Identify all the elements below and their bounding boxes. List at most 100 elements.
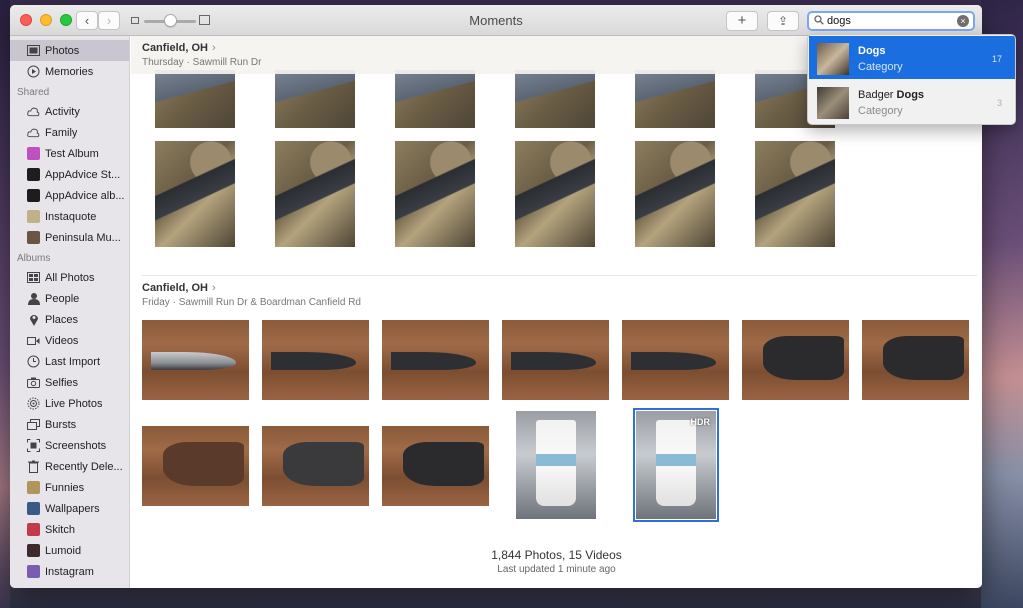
moment-subtitle: Friday · Sawmill Run Dr & Boardman Canfi…: [142, 297, 361, 308]
photo-thumbnail[interactable]: [862, 320, 969, 400]
sidebar-item-selfies[interactable]: Selfies: [10, 372, 129, 393]
moment-location: Sawmill Run Dr: [192, 57, 262, 68]
photo-thumbnail[interactable]: [755, 141, 835, 247]
sidebar-item-skitch[interactable]: Skitch: [10, 519, 129, 540]
sidebar-item-label: Instaquote: [45, 210, 97, 223]
photo-thumbnail[interactable]: [622, 320, 729, 400]
album-thumb-icon: [27, 168, 40, 181]
sidebar-item-activity[interactable]: Activity: [10, 101, 129, 122]
sidebar-item-label: Funnies: [45, 481, 85, 494]
photo-thumbnail[interactable]: [382, 426, 489, 506]
photo-thumbnail[interactable]: [635, 70, 715, 128]
sidebar-item-recently-deleted[interactable]: Recently Dele...: [10, 456, 129, 477]
photo-thumbnail[interactable]: [635, 141, 715, 247]
photo-thumbnail[interactable]: [395, 70, 475, 128]
sidebar-item-appadvice-st[interactable]: AppAdvice St...: [10, 164, 129, 185]
share-button[interactable]: ⇪: [767, 11, 799, 31]
photo-thumbnail[interactable]: [742, 320, 849, 400]
sidebar-item-label: Last Import: [45, 355, 101, 368]
sidebar-item-label: Test Album: [45, 147, 99, 160]
sidebar-item-funnies[interactable]: Funnies: [10, 477, 129, 498]
sidebar-item-screenshots[interactable]: Screenshots: [10, 435, 129, 456]
photo-thumbnail[interactable]: [395, 141, 475, 247]
sidebar-item-instaquote[interactable]: Instaquote: [10, 206, 129, 227]
search-field[interactable]: ×: [807, 11, 975, 31]
album-thumb-icon: [27, 523, 40, 536]
photo-thumbnail[interactable]: [275, 141, 355, 247]
sidebar-item-all-photos[interactable]: All Photos: [10, 267, 129, 288]
all-photos-icon: [27, 271, 40, 284]
sidebar-item-people[interactable]: People: [10, 288, 129, 309]
moment-title[interactable]: Canfield, OH ›: [142, 282, 216, 294]
sidebar-item-places[interactable]: Places: [10, 309, 129, 330]
photo-thumbnail[interactable]: [275, 70, 355, 128]
cloud-icon: [27, 126, 40, 139]
album-thumb-icon: [27, 565, 40, 578]
photo-thumbnail[interactable]: [515, 70, 595, 128]
photo-thumbnail[interactable]: [155, 141, 235, 247]
sidebar-item-family[interactable]: Family: [10, 122, 129, 143]
result-count: 3: [996, 98, 1002, 108]
result-count: 17: [991, 54, 1002, 64]
photos-icon: [27, 44, 40, 57]
sidebar-item-memories[interactable]: Memories: [10, 61, 129, 82]
add-button[interactable]: +: [726, 11, 758, 31]
photo-thumbnail[interactable]: [155, 70, 235, 128]
person-icon: [27, 292, 40, 305]
photo-thumbnail[interactable]: [262, 426, 369, 506]
moment-title[interactable]: Canfield, OH ›: [142, 42, 216, 54]
sidebar-item-appadvice-alb[interactable]: AppAdvice alb...: [10, 185, 129, 206]
photo-content: [536, 454, 576, 467]
moment-title-text: Canfield, OH: [142, 282, 209, 294]
sidebar-item-lumoid[interactable]: Lumoid: [10, 540, 129, 561]
pin-icon: [27, 313, 40, 326]
search-result-dogs[interactable]: Dogs Category 17: [809, 36, 1015, 79]
photo-content: [630, 352, 717, 370]
search-input[interactable]: [827, 14, 947, 28]
plus-icon: +: [737, 12, 747, 29]
video-icon: [27, 334, 40, 347]
burst-icon: [27, 418, 40, 431]
album-thumb-icon: [27, 544, 40, 557]
clock-icon: [27, 355, 40, 368]
moment-location: Sawmill Run Dr & Boardman Canfield Rd: [178, 297, 361, 308]
sidebar-item-videos[interactable]: Videos: [10, 330, 129, 351]
desktop-background-left: [0, 0, 10, 608]
cloud-icon: [27, 105, 40, 118]
sidebar-item-test-album[interactable]: Test Album: [10, 143, 129, 164]
sidebar-item-bursts[interactable]: Bursts: [10, 414, 129, 435]
photo-thumbnail[interactable]: [262, 320, 369, 400]
album-thumb-icon: [27, 231, 40, 244]
sidebar-item-live-photos[interactable]: Live Photos: [10, 393, 129, 414]
photo-thumbnail[interactable]: [142, 426, 249, 506]
sidebar-item-label: People: [45, 292, 80, 305]
camera-icon: [27, 376, 40, 389]
result-title: Badger Dogs: [858, 89, 924, 101]
sidebar-item-peninsula[interactable]: Peninsula Mu...: [10, 227, 129, 248]
search-result-badger-dogs[interactable]: Badger Dogs Category 3: [809, 80, 1015, 123]
hdr-badge: HDR: [690, 417, 711, 427]
photo-thumbnail[interactable]: [382, 320, 489, 400]
result-title-prefix: Badger: [858, 89, 897, 101]
sidebar-item-label: All Photos: [45, 271, 95, 284]
sidebar-item-label: Lumoid: [45, 544, 82, 557]
share-icon: ⇪: [777, 14, 789, 28]
album-thumb-icon: [27, 189, 40, 202]
photo-thumbnail[interactable]: [515, 141, 595, 247]
sidebar-item-instagram[interactable]: Instagram: [10, 561, 129, 582]
photo-thumbnail[interactable]: [516, 411, 596, 519]
sidebar-item-wallpapers[interactable]: Wallpapers: [10, 498, 129, 519]
photo-thumbnail-selected[interactable]: HDR: [633, 408, 719, 522]
album-thumb-icon: [27, 147, 40, 160]
photo-content: [403, 442, 484, 486]
sidebar-item-photos[interactable]: Photos: [10, 40, 129, 61]
clear-search-icon[interactable]: ×: [957, 15, 969, 27]
library-count: 1,844 Photos, 15 Videos: [491, 548, 622, 562]
photo-thumbnail[interactable]: [502, 320, 609, 400]
chevron-right-icon: ›: [212, 42, 216, 54]
sidebar-item-label: Instagram: [45, 565, 94, 578]
result-thumbnail: [817, 87, 849, 119]
sidebar-item-label: Live Photos: [45, 397, 103, 410]
photo-thumbnail[interactable]: [142, 320, 249, 400]
sidebar-item-last-import[interactable]: Last Import: [10, 351, 129, 372]
